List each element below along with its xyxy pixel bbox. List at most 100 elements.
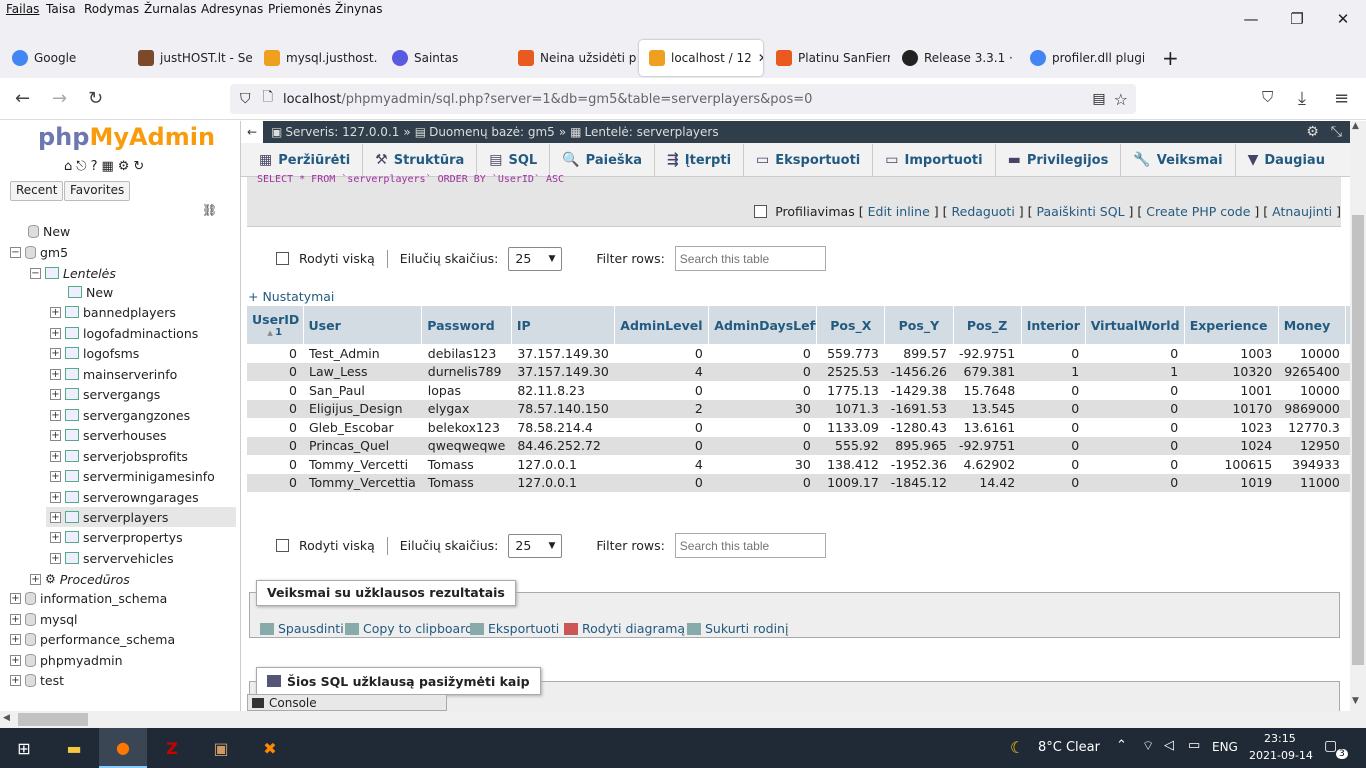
table-cell[interactable]: 9265400: [1278, 362, 1346, 381]
table-cell[interactable]: 10000: [1278, 381, 1346, 400]
phpmyadmin-logo[interactable]: phpMyAdmin: [38, 123, 215, 151]
column-header[interactable]: VirtualWorld: [1085, 306, 1185, 344]
filter-rows-input[interactable]: [674, 533, 826, 558]
table-cell[interactable]: qweqweqwe: [421, 436, 512, 455]
table-cell[interactable]: -1691.53: [884, 399, 953, 418]
menu-view[interactable]: Rodymas: [84, 2, 139, 16]
close-window-icon[interactable]: ✕: [1333, 10, 1353, 28]
table-cell[interactable]: lopas: [421, 381, 512, 400]
expand-icon[interactable]: +: [10, 613, 21, 625]
table-cell[interactable]: 13.545: [953, 399, 1022, 418]
horizontal-scroll-thumb[interactable]: [18, 713, 88, 726]
expand-icon[interactable]: +: [10, 592, 21, 604]
scroll-up-icon[interactable]: ▲: [1352, 121, 1359, 131]
table-cell[interactable]: 13.6161: [953, 418, 1022, 437]
back-icon[interactable]: ←: [15, 88, 30, 109]
edit-link[interactable]: Redaguoti: [952, 204, 1015, 219]
expand-icon[interactable]: +: [50, 450, 61, 462]
menu-file[interactable]: Failas: [6, 2, 39, 16]
table-cell[interactable]: 0: [708, 362, 817, 381]
show-all-checkbox[interactable]: [276, 539, 289, 552]
bookmark-star-icon[interactable]: ☆: [1114, 90, 1128, 109]
table-cell[interactable]: 78.58.214.4: [511, 418, 615, 437]
weather-text[interactable]: 8°C Clear: [1038, 740, 1100, 755]
table-cell[interactable]: 0: [708, 473, 817, 492]
table-cell[interactable]: 1003: [1184, 344, 1279, 363]
reload-icon[interactable]: ↻: [88, 88, 103, 109]
tab-mysql-justhost[interactable]: mysql.justhost.l: [254, 40, 378, 76]
tab-privileges[interactable]: ▬ Privilegijos: [996, 144, 1122, 176]
table-cell[interactable]: San_Paul: [303, 381, 422, 400]
hamburger-menu-icon[interactable]: ≡: [1334, 88, 1349, 109]
url-bar[interactable]: ⛉ 🗋 localhost/phpmyadmin/sql.php?server=…: [230, 84, 1136, 114]
table-cell[interactable]: 0: [1085, 344, 1185, 363]
table-cell[interactable]: durnelis789: [421, 362, 512, 381]
table-cell[interactable]: Eligijus_Design: [303, 399, 422, 418]
file-explorer-icon[interactable]: ▬: [50, 728, 98, 768]
tree-table-serverminigamesinfo[interactable]: + serverminigamesinfo: [50, 466, 215, 486]
table-cell[interactable]: 78.57.140.150: [511, 399, 615, 418]
table-cell[interactable]: -1845.12: [884, 473, 953, 492]
tree-table-serverjobsprofits[interactable]: + serverjobsprofits: [50, 446, 188, 466]
table-cell[interactable]: 1023: [1184, 418, 1279, 437]
table-row[interactable]: 0 Test_Admin debilas123 37.157.149.30 0 0 559.…: [247, 344, 1350, 363]
table-cell[interactable]: 127.0.0.1: [511, 455, 615, 474]
table-cell[interactable]: 0: [247, 344, 303, 363]
expand-icon[interactable]: +: [50, 306, 61, 318]
expand-icon[interactable]: +: [50, 491, 61, 503]
column-header[interactable]: AdminLevel: [614, 306, 710, 344]
table-cell[interactable]: 0: [247, 362, 303, 381]
table-cell[interactable]: 0: [708, 344, 817, 363]
table-cell[interactable]: 30: [708, 399, 817, 418]
table-cell[interactable]: 0: [1085, 455, 1185, 474]
help-icon[interactable]: ?: [91, 159, 98, 174]
table-cell[interactable]: 37.157.149.30: [511, 344, 615, 363]
table-cell[interactable]: 2: [614, 399, 709, 418]
rows-count-select[interactable]: 25 ▼: [508, 246, 563, 271]
tree-table-serverhouses[interactable]: + serverhouses: [50, 425, 167, 445]
column-header[interactable]: UserID ▲ 1: [247, 306, 304, 344]
column-header[interactable]: Pos_Z: [953, 306, 1022, 344]
filter-rows-input[interactable]: [674, 246, 826, 271]
column-header[interactable]: Pos_X: [816, 306, 886, 344]
column-header[interactable]: Interior: [1021, 306, 1086, 344]
tree-table-mainserverinfo[interactable]: + mainserverinfo: [50, 364, 177, 384]
expand-icon[interactable]: +: [10, 654, 21, 666]
table-cell[interactable]: Princas_Quel: [303, 436, 422, 455]
tree-db-mysql[interactable]: + mysql: [10, 609, 78, 629]
table-cell[interactable]: 12950: [1278, 436, 1346, 455]
show-all-checkbox[interactable]: [276, 252, 289, 265]
breadcrumb-server[interactable]: Serveris: 127.0.0.1: [285, 125, 399, 139]
table-cell[interactable]: 127.0.0.1: [511, 473, 615, 492]
tab-sql[interactable]: ▤ SQL: [477, 144, 551, 176]
edit-inline-link[interactable]: Edit inline: [868, 204, 930, 219]
table-cell[interactable]: 37.157.149.30: [511, 362, 615, 381]
table-cell[interactable]: 0: [708, 436, 817, 455]
minimize-icon[interactable]: —: [1241, 10, 1261, 28]
table-cell[interactable]: Test_Admin: [303, 344, 422, 363]
expand-icon[interactable]: +: [50, 347, 61, 359]
expand-icon[interactable]: +: [30, 573, 41, 585]
table-cell[interactable]: Gleb_Escobar: [303, 418, 422, 437]
table-cell[interactable]: 0: [614, 418, 709, 437]
tree-procedures[interactable]: + ⚙ Procedūros: [30, 569, 130, 589]
expand-icon[interactable]: +: [50, 531, 61, 543]
table-cell[interactable]: 10320: [1184, 362, 1279, 381]
table-cell[interactable]: 0: [1085, 418, 1185, 437]
column-header[interactable]: IP: [511, 306, 616, 344]
rows-count-select[interactable]: 25 ▼: [508, 533, 563, 558]
reader-icon[interactable]: ▤: [1092, 91, 1105, 107]
battery-icon[interactable]: ▭: [1188, 738, 1200, 753]
table-cell[interactable]: 10170: [1184, 399, 1279, 418]
table-cell[interactable]: 4.62902: [953, 455, 1022, 474]
expand-icon[interactable]: +: [50, 388, 61, 400]
table-cell[interactable]: 0: [247, 381, 303, 400]
collapse-icon[interactable]: −: [30, 267, 41, 279]
menu-bookmarks[interactable]: Adresynas: [201, 2, 263, 16]
column-header[interactable]: Pos_Y: [884, 306, 954, 344]
breadcrumb-table[interactable]: Lentelė: serverplayers: [585, 125, 719, 139]
recent-button[interactable]: Recent: [10, 181, 64, 201]
tree-new-database[interactable]: New: [28, 221, 70, 241]
table-cell[interactable]: 0: [247, 436, 303, 455]
tree-table-servervehicles[interactable]: + servervehicles: [50, 548, 174, 568]
